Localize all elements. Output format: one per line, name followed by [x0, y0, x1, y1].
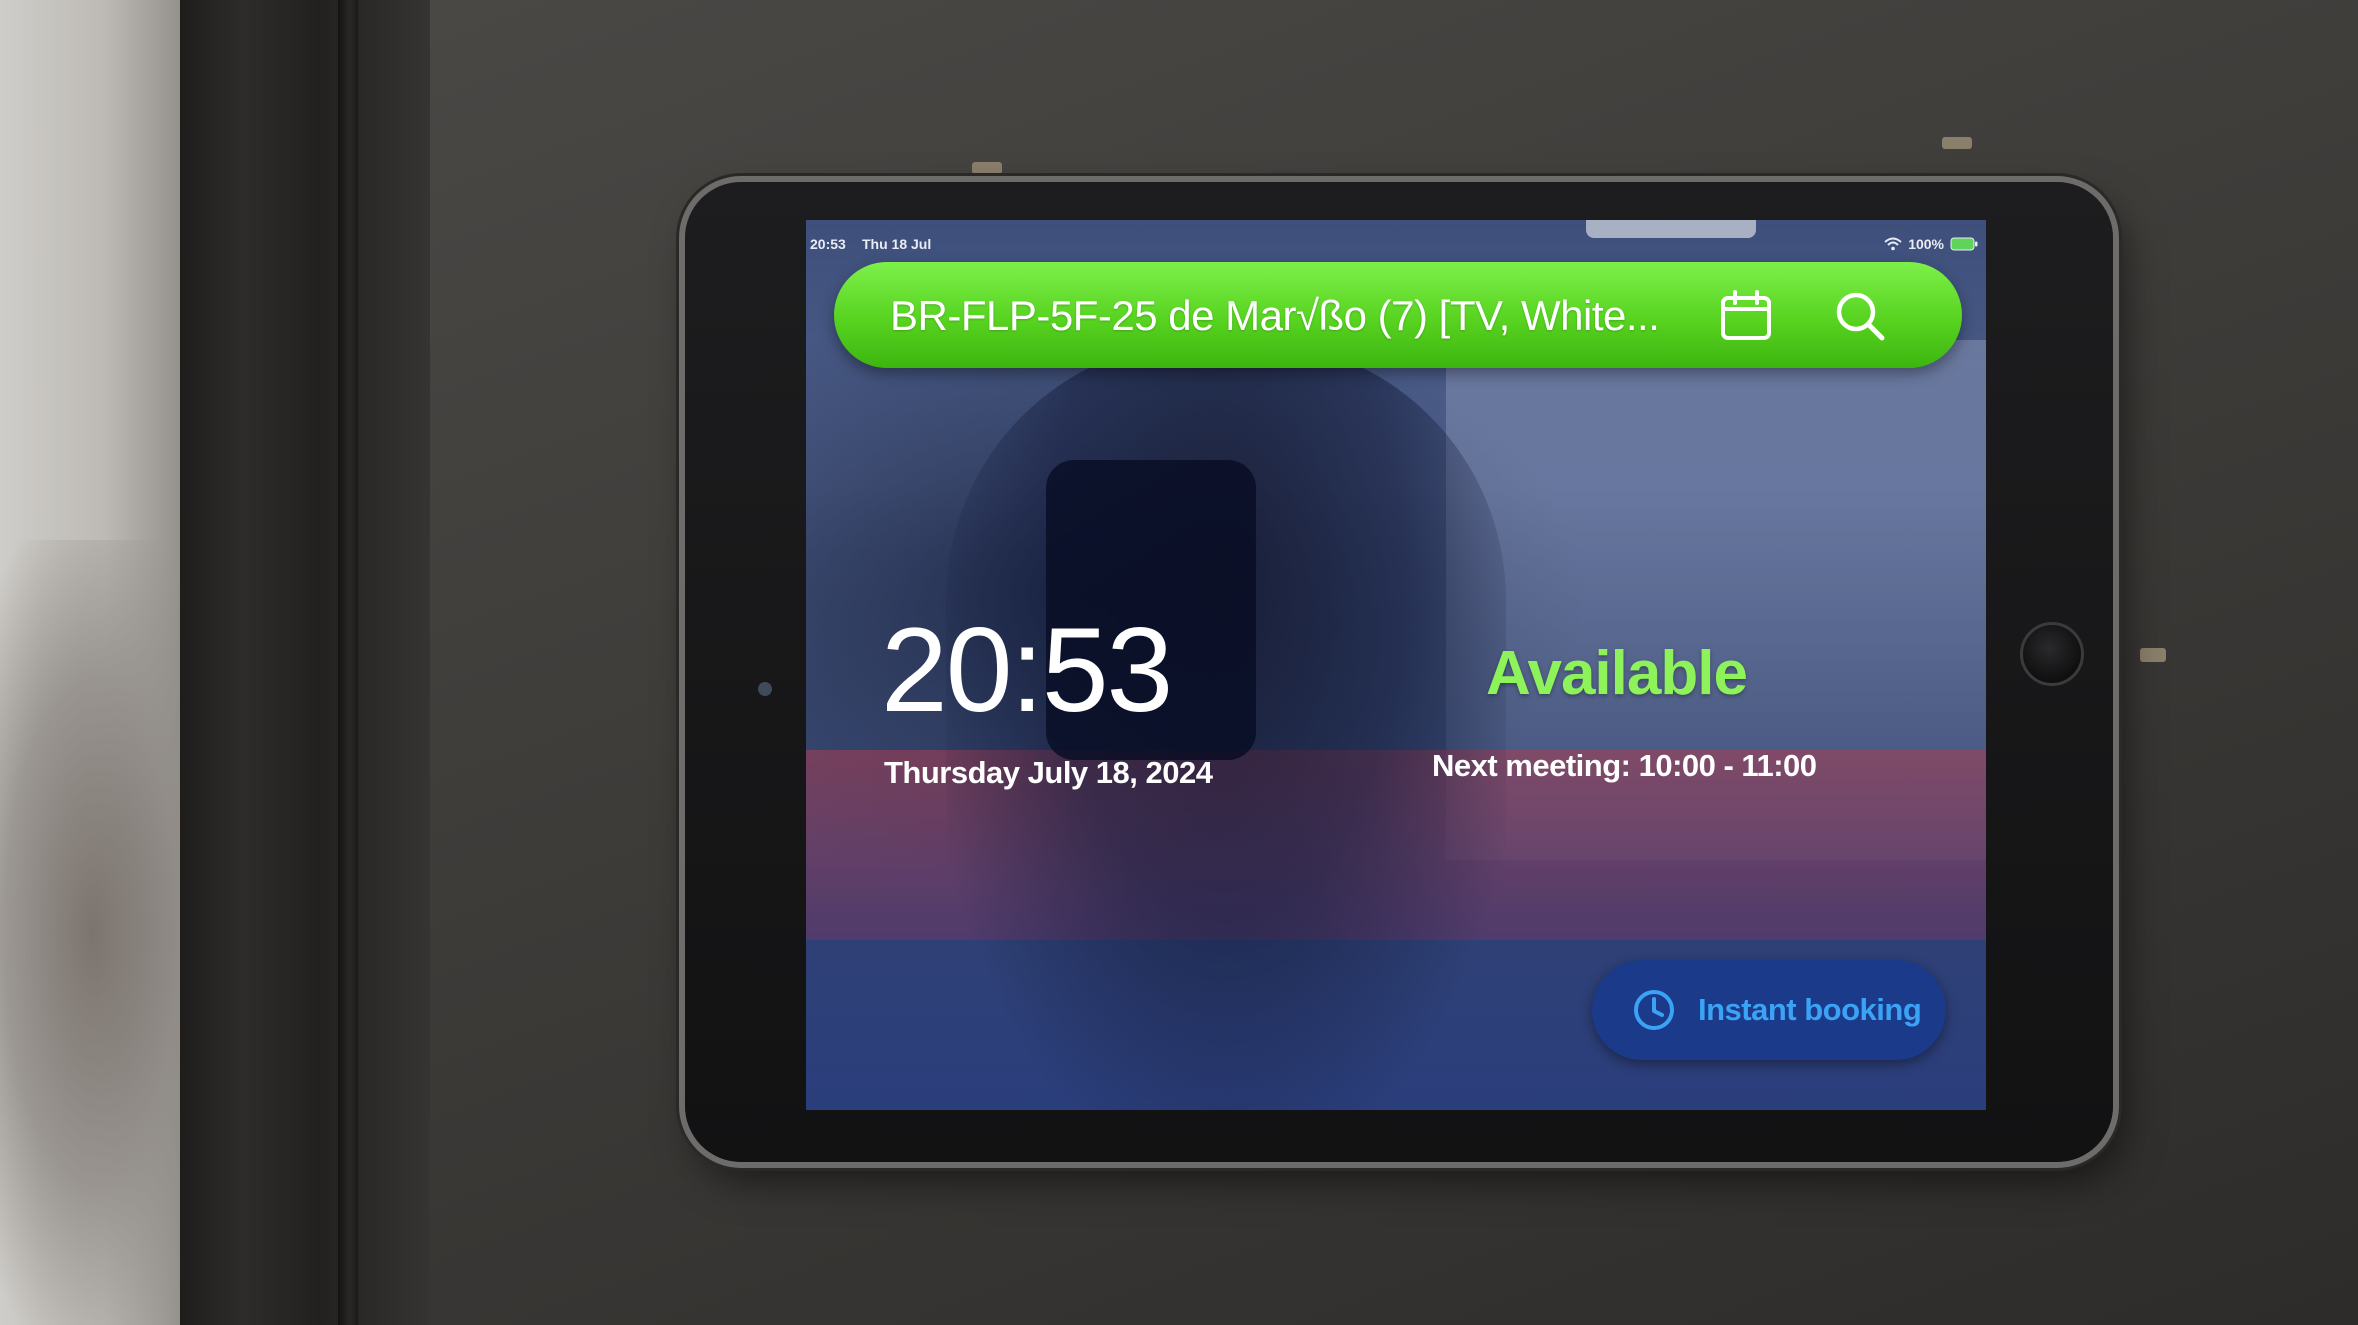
clock-date: Thursday July 18, 2024 [884, 755, 1213, 790]
door-frame [180, 0, 430, 1325]
home-button[interactable] [2020, 622, 2084, 686]
door-frame-edge [338, 0, 358, 1325]
status-date: Thu 18 Jul [862, 236, 932, 252]
status-time: 20:53 [810, 236, 846, 252]
search-icon[interactable] [1832, 288, 1888, 344]
battery-percent: 100% [1908, 236, 1944, 252]
mount-screw [972, 162, 1002, 174]
battery-icon [1950, 237, 1978, 251]
status-indicators: 100% [1884, 236, 1978, 252]
instant-booking-button[interactable]: Instant booking [1592, 960, 1946, 1060]
clock-icon [1632, 988, 1676, 1032]
tablet-screen: 20:53 Thu 18 Jul 100% BR-FLP-5F-25 de Ma… [806, 220, 1986, 1110]
availability-status: Available [1486, 639, 1748, 708]
wifi-icon [1884, 237, 1902, 251]
room-name: BR-FLP-5F-25 de Mar√ßo (7) [TV, White... [890, 292, 1660, 339]
clock-time: 20:53 [881, 603, 1173, 737]
mount-screw [1942, 137, 1972, 149]
camera-dot [758, 682, 772, 696]
status-bar: 20:53 Thu 18 Jul 100% [806, 236, 1986, 260]
calendar-icon[interactable] [1718, 290, 1774, 342]
instant-booking-label: Instant booking [1698, 992, 1922, 1027]
mount-screw [2140, 648, 2166, 662]
next-meeting: Next meeting: 10:00 - 11:00 [1432, 748, 1817, 783]
room-header-bar[interactable]: BR-FLP-5F-25 de Mar√ßo (7) [TV, White... [834, 262, 1962, 368]
